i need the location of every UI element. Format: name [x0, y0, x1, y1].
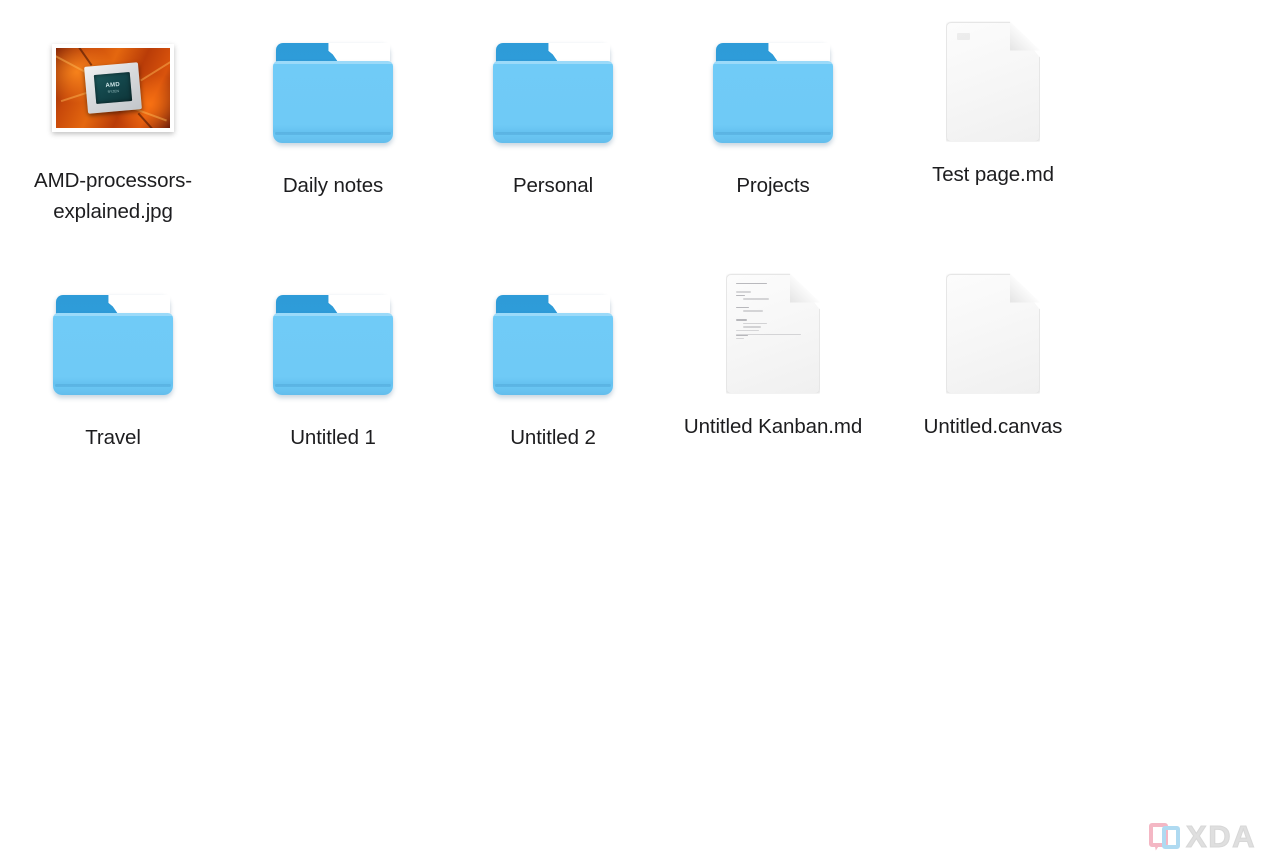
folder-icon[interactable]: [708, 25, 838, 160]
document-graphic: [946, 21, 1040, 142]
document-mark: [957, 32, 970, 40]
document-preview-text: [736, 282, 786, 337]
folder-front: [273, 312, 393, 395]
document-preview-paragraph: [736, 329, 804, 340]
list-item-label: Untitled Kanban.md: [683, 415, 863, 438]
list-item-label: Personal: [512, 174, 594, 197]
folder-front: [53, 312, 173, 395]
folder-graphic: [493, 294, 613, 395]
folder-front: [493, 312, 613, 395]
page-fold-corner: [1010, 273, 1040, 303]
file-grid: AMD RYZEN AMD-processors-explained.jpg D…: [0, 0, 1274, 868]
folder-graphic: [273, 294, 393, 395]
folder-icon[interactable]: [488, 25, 618, 160]
xda-watermark: XDA: [1149, 819, 1256, 854]
document-graphic: [726, 273, 820, 394]
photo-frame: AMD RYZEN: [52, 43, 174, 132]
document-graphic: [946, 273, 1040, 394]
image-thumbnail-icon[interactable]: AMD RYZEN: [48, 20, 178, 155]
folder-graphic: [493, 42, 613, 143]
folder-icon[interactable]: [268, 277, 398, 412]
list-item-label: Daily notes: [282, 174, 384, 197]
document-icon[interactable]: [928, 14, 1058, 149]
xda-wordmark: XDA: [1186, 819, 1256, 854]
folder-front: [273, 60, 393, 143]
list-item-label: Travel: [85, 426, 141, 449]
list-item-label: Untitled.canvas: [923, 415, 1063, 438]
folder-front: [493, 60, 613, 143]
list-item-label: Projects: [736, 174, 810, 197]
list-item[interactable]: Personal: [443, 25, 663, 201]
folder-graphic: [273, 42, 393, 143]
folder-graphic: [53, 294, 173, 395]
list-item[interactable]: Travel: [3, 277, 223, 453]
cpu-chip-graphic: AMD RYZEN: [84, 61, 142, 114]
xda-speech-bubble-icon: [1149, 822, 1183, 852]
document-preview-icon[interactable]: [708, 266, 838, 401]
page-fold-corner: [790, 273, 820, 303]
list-item-label: Test page.md: [932, 163, 1054, 186]
list-item-label: Untitled 2: [510, 426, 596, 449]
folder-front: [713, 60, 833, 143]
cpu-die: AMD RYZEN: [93, 71, 133, 104]
list-item[interactable]: Untitled 1: [223, 277, 443, 453]
list-item[interactable]: Projects: [663, 25, 883, 201]
photo-inner: AMD RYZEN: [56, 47, 170, 128]
list-item[interactable]: Untitled Kanban.md: [663, 266, 883, 442]
list-item[interactable]: Untitled 2: [443, 277, 663, 453]
list-item-label: Untitled 1: [290, 426, 376, 449]
document-icon[interactable]: [928, 266, 1058, 401]
list-item[interactable]: AMD RYZEN AMD-processors-explained.jpg: [3, 20, 223, 227]
folder-icon[interactable]: [268, 25, 398, 160]
amd-sub-text: RYZEN: [107, 88, 120, 94]
folder-icon[interactable]: [48, 277, 178, 412]
folder-icon[interactable]: [488, 277, 618, 412]
folder-graphic: [713, 42, 833, 143]
list-item[interactable]: Daily notes: [223, 25, 443, 201]
list-item[interactable]: Test page.md: [883, 14, 1103, 190]
amd-logo-text: AMD: [105, 81, 121, 89]
list-item[interactable]: Untitled.canvas: [883, 266, 1103, 442]
list-item-label: AMD-processors-explained.jpg: [34, 169, 192, 223]
page-fold-corner: [1010, 21, 1040, 51]
